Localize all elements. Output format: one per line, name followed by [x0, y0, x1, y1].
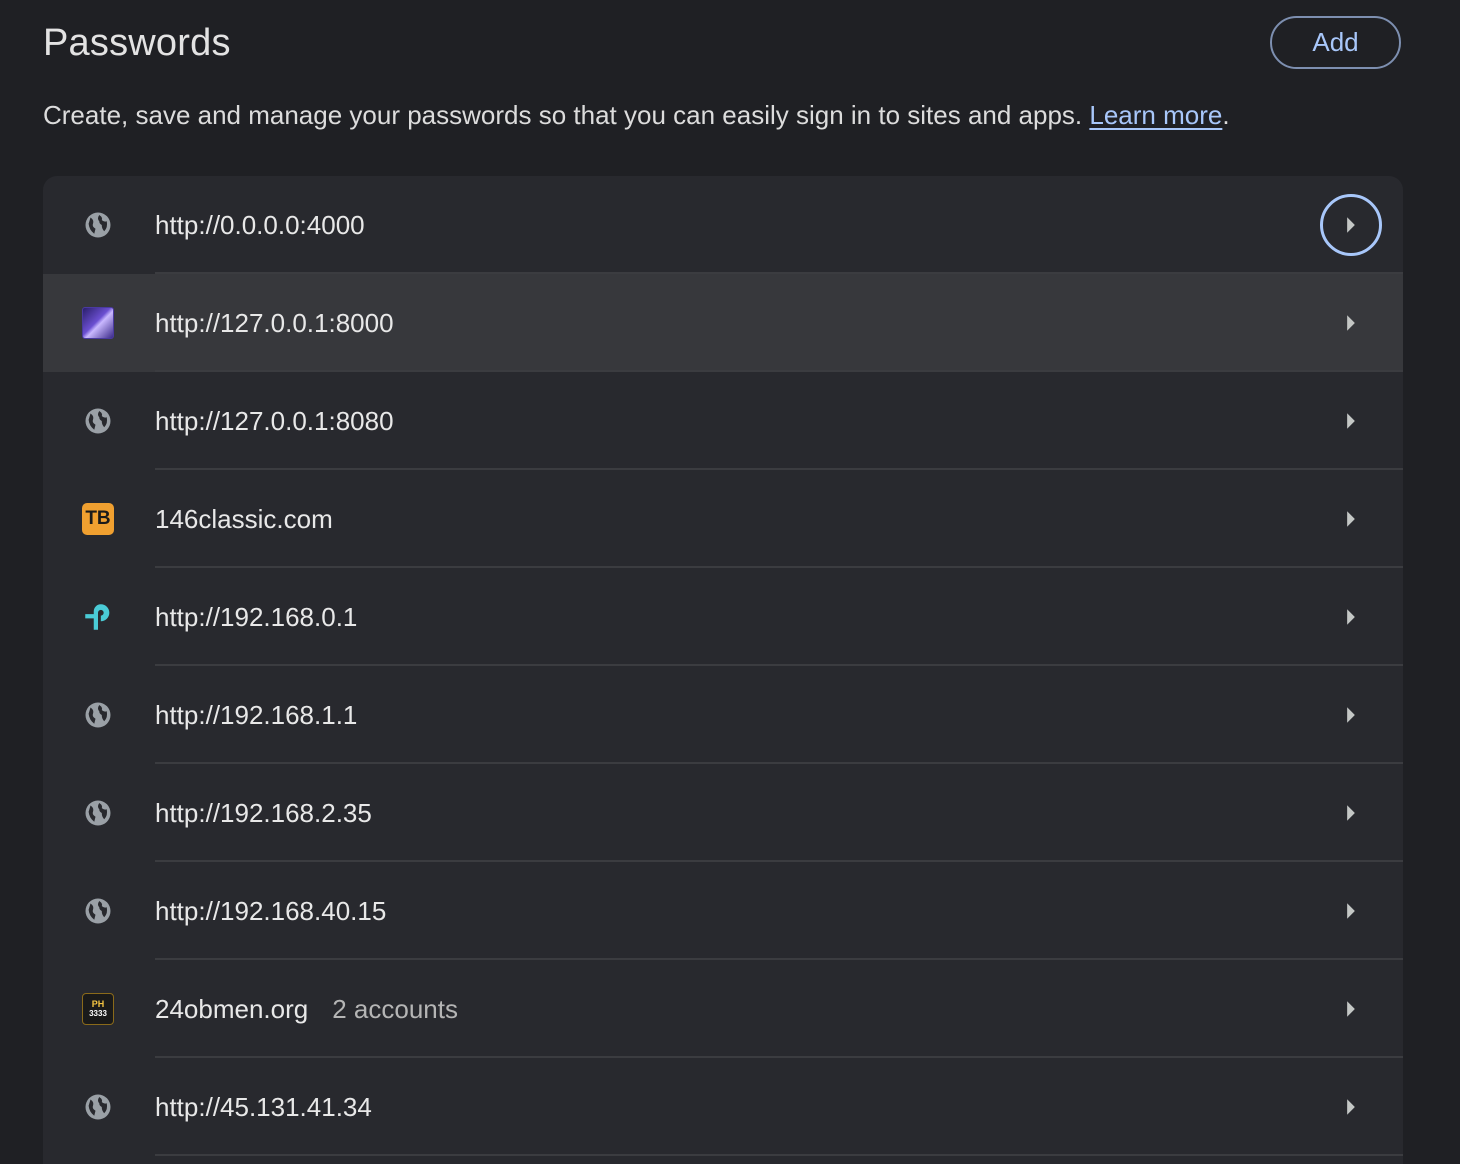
site-favicon-art-icon	[81, 306, 115, 340]
chevron-right-icon[interactable]	[1320, 880, 1382, 942]
password-row[interactable]: http://192.168.0.1	[43, 568, 1403, 666]
password-row[interactable]: http://192.168.2.35	[43, 764, 1403, 862]
row-divider	[155, 1154, 1403, 1156]
account-count: 2 accounts	[332, 993, 458, 1024]
site-label: http://45.131.41.34	[155, 1091, 372, 1122]
add-button[interactable]: Add	[1270, 16, 1401, 69]
chevron-right-icon[interactable]	[1320, 292, 1382, 354]
site-label: http://127.0.0.1:8000	[155, 307, 394, 338]
globe-icon	[81, 208, 115, 242]
learn-more-link[interactable]: Learn more	[1089, 100, 1222, 130]
site-label: http://192.168.40.15	[155, 895, 387, 926]
globe-icon	[81, 404, 115, 438]
password-row[interactable]: http://127.0.0.1:8000	[43, 274, 1403, 372]
password-row[interactable]: http://192.168.1.1	[43, 666, 1403, 764]
tplink-favicon-icon	[81, 600, 115, 634]
chevron-right-icon[interactable]	[1320, 488, 1382, 550]
description-suffix: .	[1222, 100, 1230, 130]
chevron-right-icon[interactable]	[1320, 782, 1382, 844]
site-label: http://0.0.0.0:4000	[155, 209, 365, 240]
chevron-right-icon[interactable]	[1320, 1076, 1382, 1138]
site-label: http://127.0.0.1:8080	[155, 405, 394, 436]
globe-icon	[81, 894, 115, 928]
ph-favicon-icon: PH 3333	[81, 992, 115, 1026]
chevron-right-icon[interactable]	[1320, 390, 1382, 452]
site-label: http://192.168.1.1	[155, 699, 358, 730]
globe-icon	[81, 1090, 115, 1124]
password-row[interactable]: TB 146classic.com	[43, 470, 1403, 568]
password-row[interactable]: http://0.0.0.0:4000	[43, 176, 1403, 274]
page-title: Passwords	[43, 22, 231, 64]
password-row[interactable]: http://192.168.40.15	[43, 862, 1403, 960]
password-row[interactable]: http://127.0.0.1:8080	[43, 372, 1403, 470]
site-label: http://192.168.0.1	[155, 601, 358, 632]
site-label: 24obmen.org 2 accounts	[155, 993, 458, 1024]
site-label: 146classic.com	[155, 503, 333, 534]
description-text: Create, save and manage your passwords s…	[43, 100, 1090, 130]
globe-icon	[81, 796, 115, 830]
chevron-right-icon[interactable]	[1320, 978, 1382, 1040]
passwords-page: Passwords Add Create, save and manage yo…	[0, 0, 1460, 1164]
password-list: http://0.0.0.0:4000 http://127.0.0.1:800…	[43, 176, 1403, 1164]
password-row[interactable]: PH 3333 24obmen.org 2 accounts	[43, 960, 1403, 1058]
page-description: Create, save and manage your passwords s…	[43, 100, 1230, 131]
chevron-right-icon[interactable]	[1320, 586, 1382, 648]
password-row[interactable]: http://45.131.41.34	[43, 1058, 1403, 1156]
tb-favicon-icon: TB	[81, 502, 115, 536]
globe-icon	[81, 698, 115, 732]
chevron-right-icon[interactable]	[1320, 684, 1382, 746]
chevron-right-icon[interactable]	[1320, 194, 1382, 256]
site-label: http://192.168.2.35	[155, 797, 372, 828]
